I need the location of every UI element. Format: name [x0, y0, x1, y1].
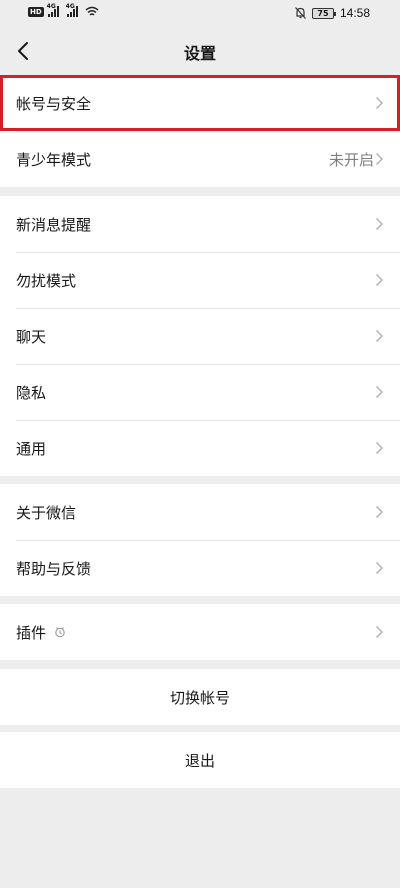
settings-group-about: 关于微信 帮助与反馈 [0, 484, 400, 596]
status-bar-right: 75 14:58 [295, 6, 370, 20]
account-security-row[interactable]: 帐号与安全 [0, 75, 400, 131]
teen-mode-status: 未开启 [328, 150, 374, 169]
help-feedback-row[interactable]: 帮助与反馈 [0, 540, 400, 596]
new-message-alerts-row[interactable]: 新消息提醒 [0, 196, 400, 252]
hd-badge: HD [28, 6, 44, 17]
chevron-right-icon [375, 561, 384, 575]
row-label: 插件 [16, 623, 47, 642]
chevron-right-icon [375, 273, 384, 287]
chevron-right-icon [375, 217, 384, 231]
row-label: 新消息提醒 [16, 215, 92, 234]
log-out-group: 退出 [0, 732, 400, 788]
status-bar: HD 4G 4G 75 14:58 [0, 0, 400, 28]
row-label: 聊天 [16, 327, 47, 346]
status-bar-left: HD 4G 4G [28, 3, 99, 17]
switch-account-button[interactable]: 切换帐号 [0, 669, 400, 725]
cellular-signal-icon: 4G [65, 3, 78, 17]
settings-group-general: 新消息提醒 勿扰模式 聊天 隐私 通用 [0, 196, 400, 476]
general-row[interactable]: 通用 [0, 420, 400, 476]
plugins-row[interactable]: 插件 [0, 604, 400, 660]
row-label: 帐号与安全 [16, 94, 92, 113]
switch-account-label: 切换帐号 [169, 688, 230, 707]
cellular-signal-icon: 4G [46, 3, 59, 17]
nav-bar: 设置 [0, 28, 400, 74]
mute-bell-icon [295, 7, 306, 19]
chevron-right-icon [375, 96, 384, 110]
settings-group-plugins: 插件 [0, 604, 400, 660]
row-label: 青少年模式 [16, 150, 92, 169]
status-time: 14:58 [339, 6, 370, 20]
plugin-alert-icon [55, 627, 65, 638]
chevron-right-icon [375, 625, 384, 639]
about-wechat-row[interactable]: 关于微信 [0, 484, 400, 540]
chevron-right-icon [375, 385, 384, 399]
chevron-right-icon [375, 329, 384, 343]
wifi-icon [85, 6, 99, 16]
row-label: 帮助与反馈 [16, 559, 92, 578]
chats-row[interactable]: 聊天 [0, 308, 400, 364]
row-label: 关于微信 [16, 503, 77, 522]
network-type-label: 4G [65, 3, 75, 10]
chevron-right-icon [375, 441, 384, 455]
privacy-row[interactable]: 隐私 [0, 364, 400, 420]
row-label: 勿扰模式 [16, 271, 77, 290]
battery-icon: 75 [311, 7, 336, 19]
do-not-disturb-row[interactable]: 勿扰模式 [0, 252, 400, 308]
chevron-right-icon [375, 152, 384, 166]
settings-group-account: 帐号与安全 青少年模式 未开启 [0, 75, 400, 187]
chevron-right-icon [375, 505, 384, 519]
log-out-button[interactable]: 退出 [0, 732, 400, 788]
row-label: 通用 [16, 439, 47, 458]
log-out-label: 退出 [184, 751, 215, 770]
network-type-label: 4G [46, 3, 56, 10]
page-title: 设置 [183, 44, 216, 63]
teen-mode-row[interactable]: 青少年模式 未开启 [0, 131, 400, 187]
switch-account-group: 切换帐号 [0, 669, 400, 725]
row-label: 隐私 [16, 383, 47, 402]
